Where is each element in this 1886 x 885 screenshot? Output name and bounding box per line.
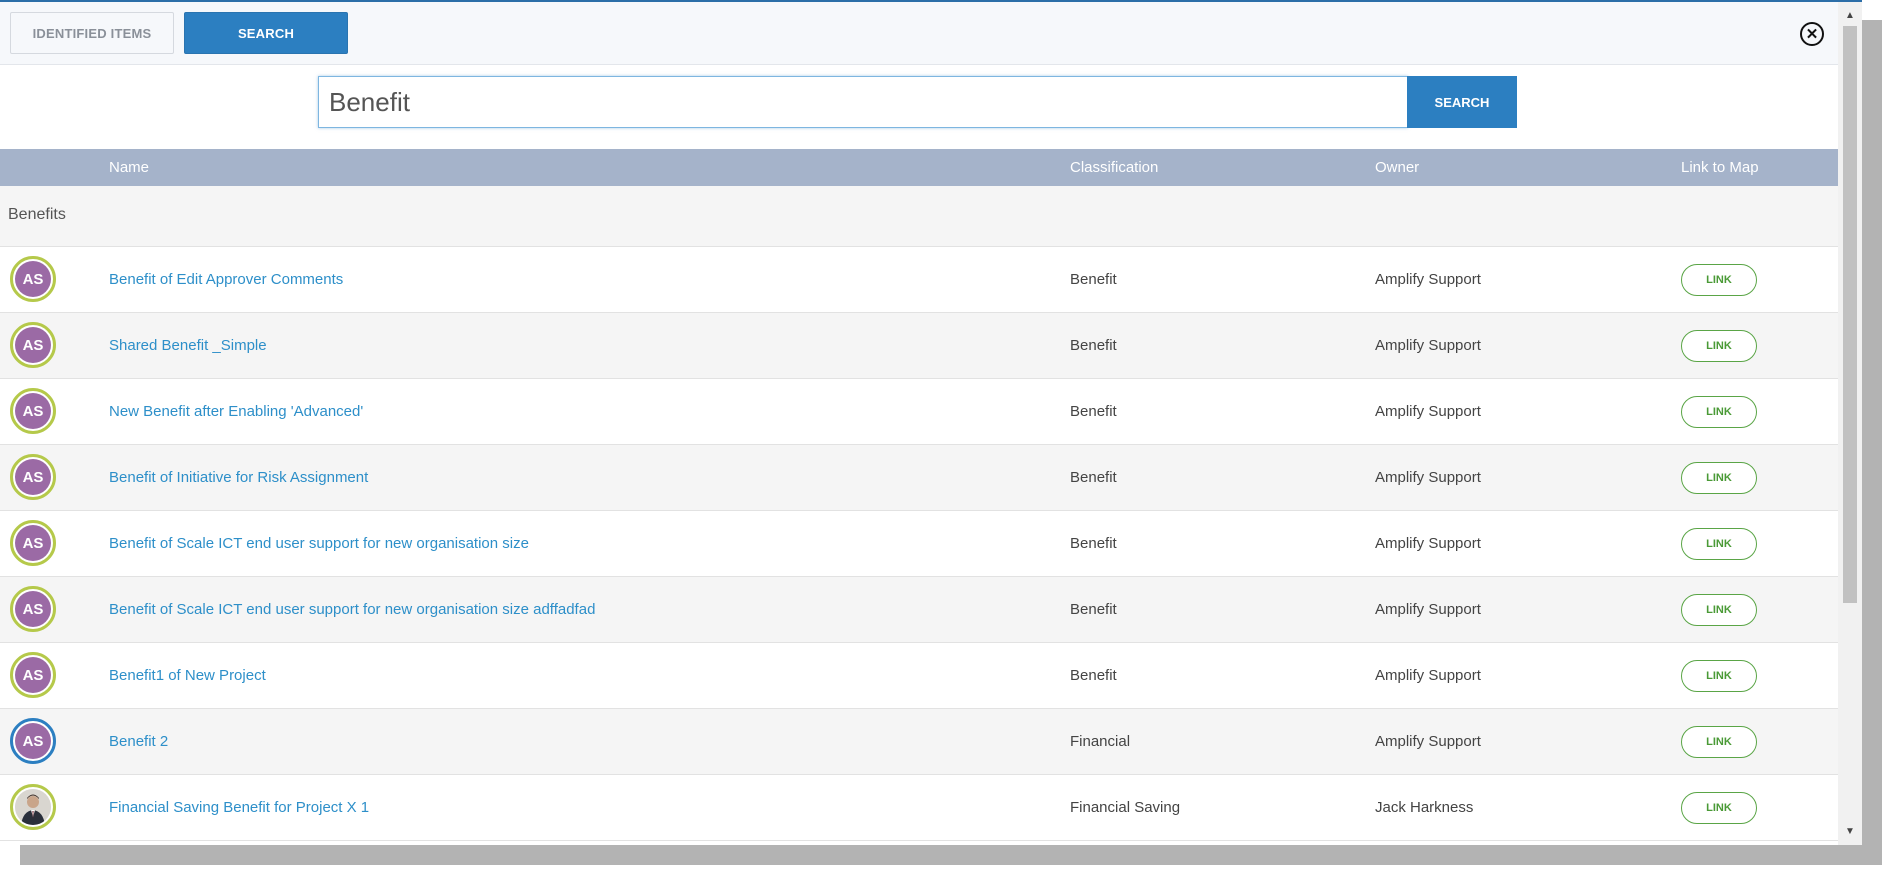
table-row: AS Benefit of Initiative for Risk Assignm… bbox=[0, 445, 1838, 511]
owner-cell: Amplify Support bbox=[1375, 667, 1481, 684]
table-row: AS Shared Benefit _Simple Benefit Amplify S… bbox=[0, 313, 1838, 379]
table-row: AS Benefit 2 Financial Amplify Support LINK bbox=[0, 709, 1838, 775]
avatar-initials: AS bbox=[15, 459, 51, 495]
scroll-up-arrow-icon[interactable]: ▲ bbox=[1838, 6, 1862, 24]
vertical-scrollbar[interactable]: ▲ ▼ bbox=[1838, 2, 1862, 845]
user-photo-icon bbox=[15, 789, 51, 825]
item-name-link[interactable]: Benefit 2 bbox=[109, 733, 168, 750]
item-name-link[interactable]: Benefit of Scale ICT end user support fo… bbox=[109, 535, 529, 552]
owner-cell: Amplify Support bbox=[1375, 535, 1481, 552]
classification-cell: Financial bbox=[1070, 733, 1131, 750]
table-row: AS Benefit of Scale ICT end user support … bbox=[0, 511, 1838, 577]
classification-cell: Benefit bbox=[1070, 601, 1117, 618]
owner-cell: Amplify Support bbox=[1375, 601, 1481, 618]
classification-cell: Financial Saving bbox=[1070, 799, 1181, 816]
table-header: Name Classification Owner Link to Map bbox=[0, 149, 1838, 186]
tab-search[interactable]: SEARCH bbox=[184, 12, 348, 54]
link-button[interactable]: LINK bbox=[1681, 726, 1757, 758]
avatar[interactable]: AS bbox=[10, 388, 56, 434]
avatar[interactable] bbox=[10, 784, 56, 830]
avatar[interactable]: AS bbox=[10, 256, 56, 302]
table-row: AS Benefit of Edit Approver Comments Benef… bbox=[0, 247, 1838, 313]
item-name-link[interactable]: Benefit of Edit Approver Comments bbox=[109, 271, 343, 288]
search-modal: IDENTIFIED ITEMS SEARCH ✕ SEARCH Name Cl… bbox=[0, 0, 1862, 845]
results-list: AS Benefit of Edit Approver Comments Benef… bbox=[0, 247, 1838, 841]
avatar-initials: AS bbox=[15, 657, 51, 693]
link-button[interactable]: LINK bbox=[1681, 594, 1757, 626]
owner-cell: Amplify Support bbox=[1375, 469, 1481, 486]
avatar[interactable]: AS bbox=[10, 718, 56, 764]
avatar[interactable]: AS bbox=[10, 322, 56, 368]
item-name-link[interactable]: New Benefit after Enabling 'Advanced' bbox=[109, 403, 363, 420]
avatar-initials: AS bbox=[15, 393, 51, 429]
link-button[interactable]: LINK bbox=[1681, 792, 1757, 824]
classification-cell: Benefit bbox=[1070, 271, 1117, 288]
link-button[interactable]: LINK bbox=[1681, 660, 1757, 692]
group-label: Benefits bbox=[8, 206, 66, 223]
item-name-link[interactable]: Shared Benefit _Simple bbox=[109, 337, 267, 354]
owner-cell: Amplify Support bbox=[1375, 271, 1481, 288]
item-name-link[interactable]: Financial Saving Benefit for Project X 1 bbox=[109, 799, 369, 816]
table-row: AS Benefit1 of New Project Benefit Amplify … bbox=[0, 643, 1838, 709]
owner-cell: Amplify Support bbox=[1375, 403, 1481, 420]
link-button[interactable]: LINK bbox=[1681, 462, 1757, 494]
column-header-link-to-map: Link to Map bbox=[1681, 159, 1759, 176]
avatar-initials: AS bbox=[15, 327, 51, 363]
avatar[interactable]: AS bbox=[10, 586, 56, 632]
item-name-link[interactable]: Benefit1 of New Project bbox=[109, 667, 266, 684]
scroll-down-arrow-icon[interactable]: ▼ bbox=[1838, 822, 1862, 840]
link-button[interactable]: LINK bbox=[1681, 396, 1757, 428]
link-button[interactable]: LINK bbox=[1681, 264, 1757, 296]
owner-cell: Jack Harkness bbox=[1375, 799, 1474, 816]
owner-cell: Amplify Support bbox=[1375, 733, 1481, 750]
tab-bar: IDENTIFIED ITEMS SEARCH ✕ bbox=[0, 2, 1838, 65]
search-button[interactable]: SEARCH bbox=[1407, 76, 1517, 128]
avatar-initials: AS bbox=[15, 261, 51, 297]
classification-cell: Benefit bbox=[1070, 667, 1117, 684]
classification-cell: Benefit bbox=[1070, 469, 1117, 486]
classification-cell: Benefit bbox=[1070, 535, 1117, 552]
column-header-owner[interactable]: Owner bbox=[1375, 159, 1419, 176]
avatar[interactable]: AS bbox=[10, 454, 56, 500]
classification-cell: Benefit bbox=[1070, 403, 1117, 420]
link-button[interactable]: LINK bbox=[1681, 330, 1757, 362]
item-name-link[interactable]: Benefit of Initiative for Risk Assignmen… bbox=[109, 469, 368, 486]
owner-cell: Amplify Support bbox=[1375, 337, 1481, 354]
avatar-initials: AS bbox=[15, 525, 51, 561]
link-button[interactable]: LINK bbox=[1681, 528, 1757, 560]
tab-identified-items[interactable]: IDENTIFIED ITEMS bbox=[10, 12, 174, 54]
avatar-initials: AS bbox=[15, 723, 51, 759]
classification-cell: Benefit bbox=[1070, 337, 1117, 354]
item-name-link[interactable]: Benefit of Scale ICT end user support fo… bbox=[109, 601, 595, 618]
avatar-initials: AS bbox=[15, 591, 51, 627]
table-row: AS New Benefit after Enabling 'Advanced' B… bbox=[0, 379, 1838, 445]
column-header-name[interactable]: Name bbox=[109, 159, 149, 176]
avatar[interactable]: AS bbox=[10, 652, 56, 698]
group-header-benefits: Benefits bbox=[0, 186, 1838, 247]
search-input[interactable] bbox=[318, 76, 1408, 128]
close-icon[interactable]: ✕ bbox=[1800, 22, 1824, 46]
table-row: Financial Saving Benefit for Project X 1… bbox=[0, 775, 1838, 841]
scrollbar-thumb[interactable] bbox=[1843, 26, 1857, 603]
avatar[interactable]: AS bbox=[10, 520, 56, 566]
column-header-classification[interactable]: Classification bbox=[1070, 159, 1158, 176]
table-row: AS Benefit of Scale ICT end user support … bbox=[0, 577, 1838, 643]
